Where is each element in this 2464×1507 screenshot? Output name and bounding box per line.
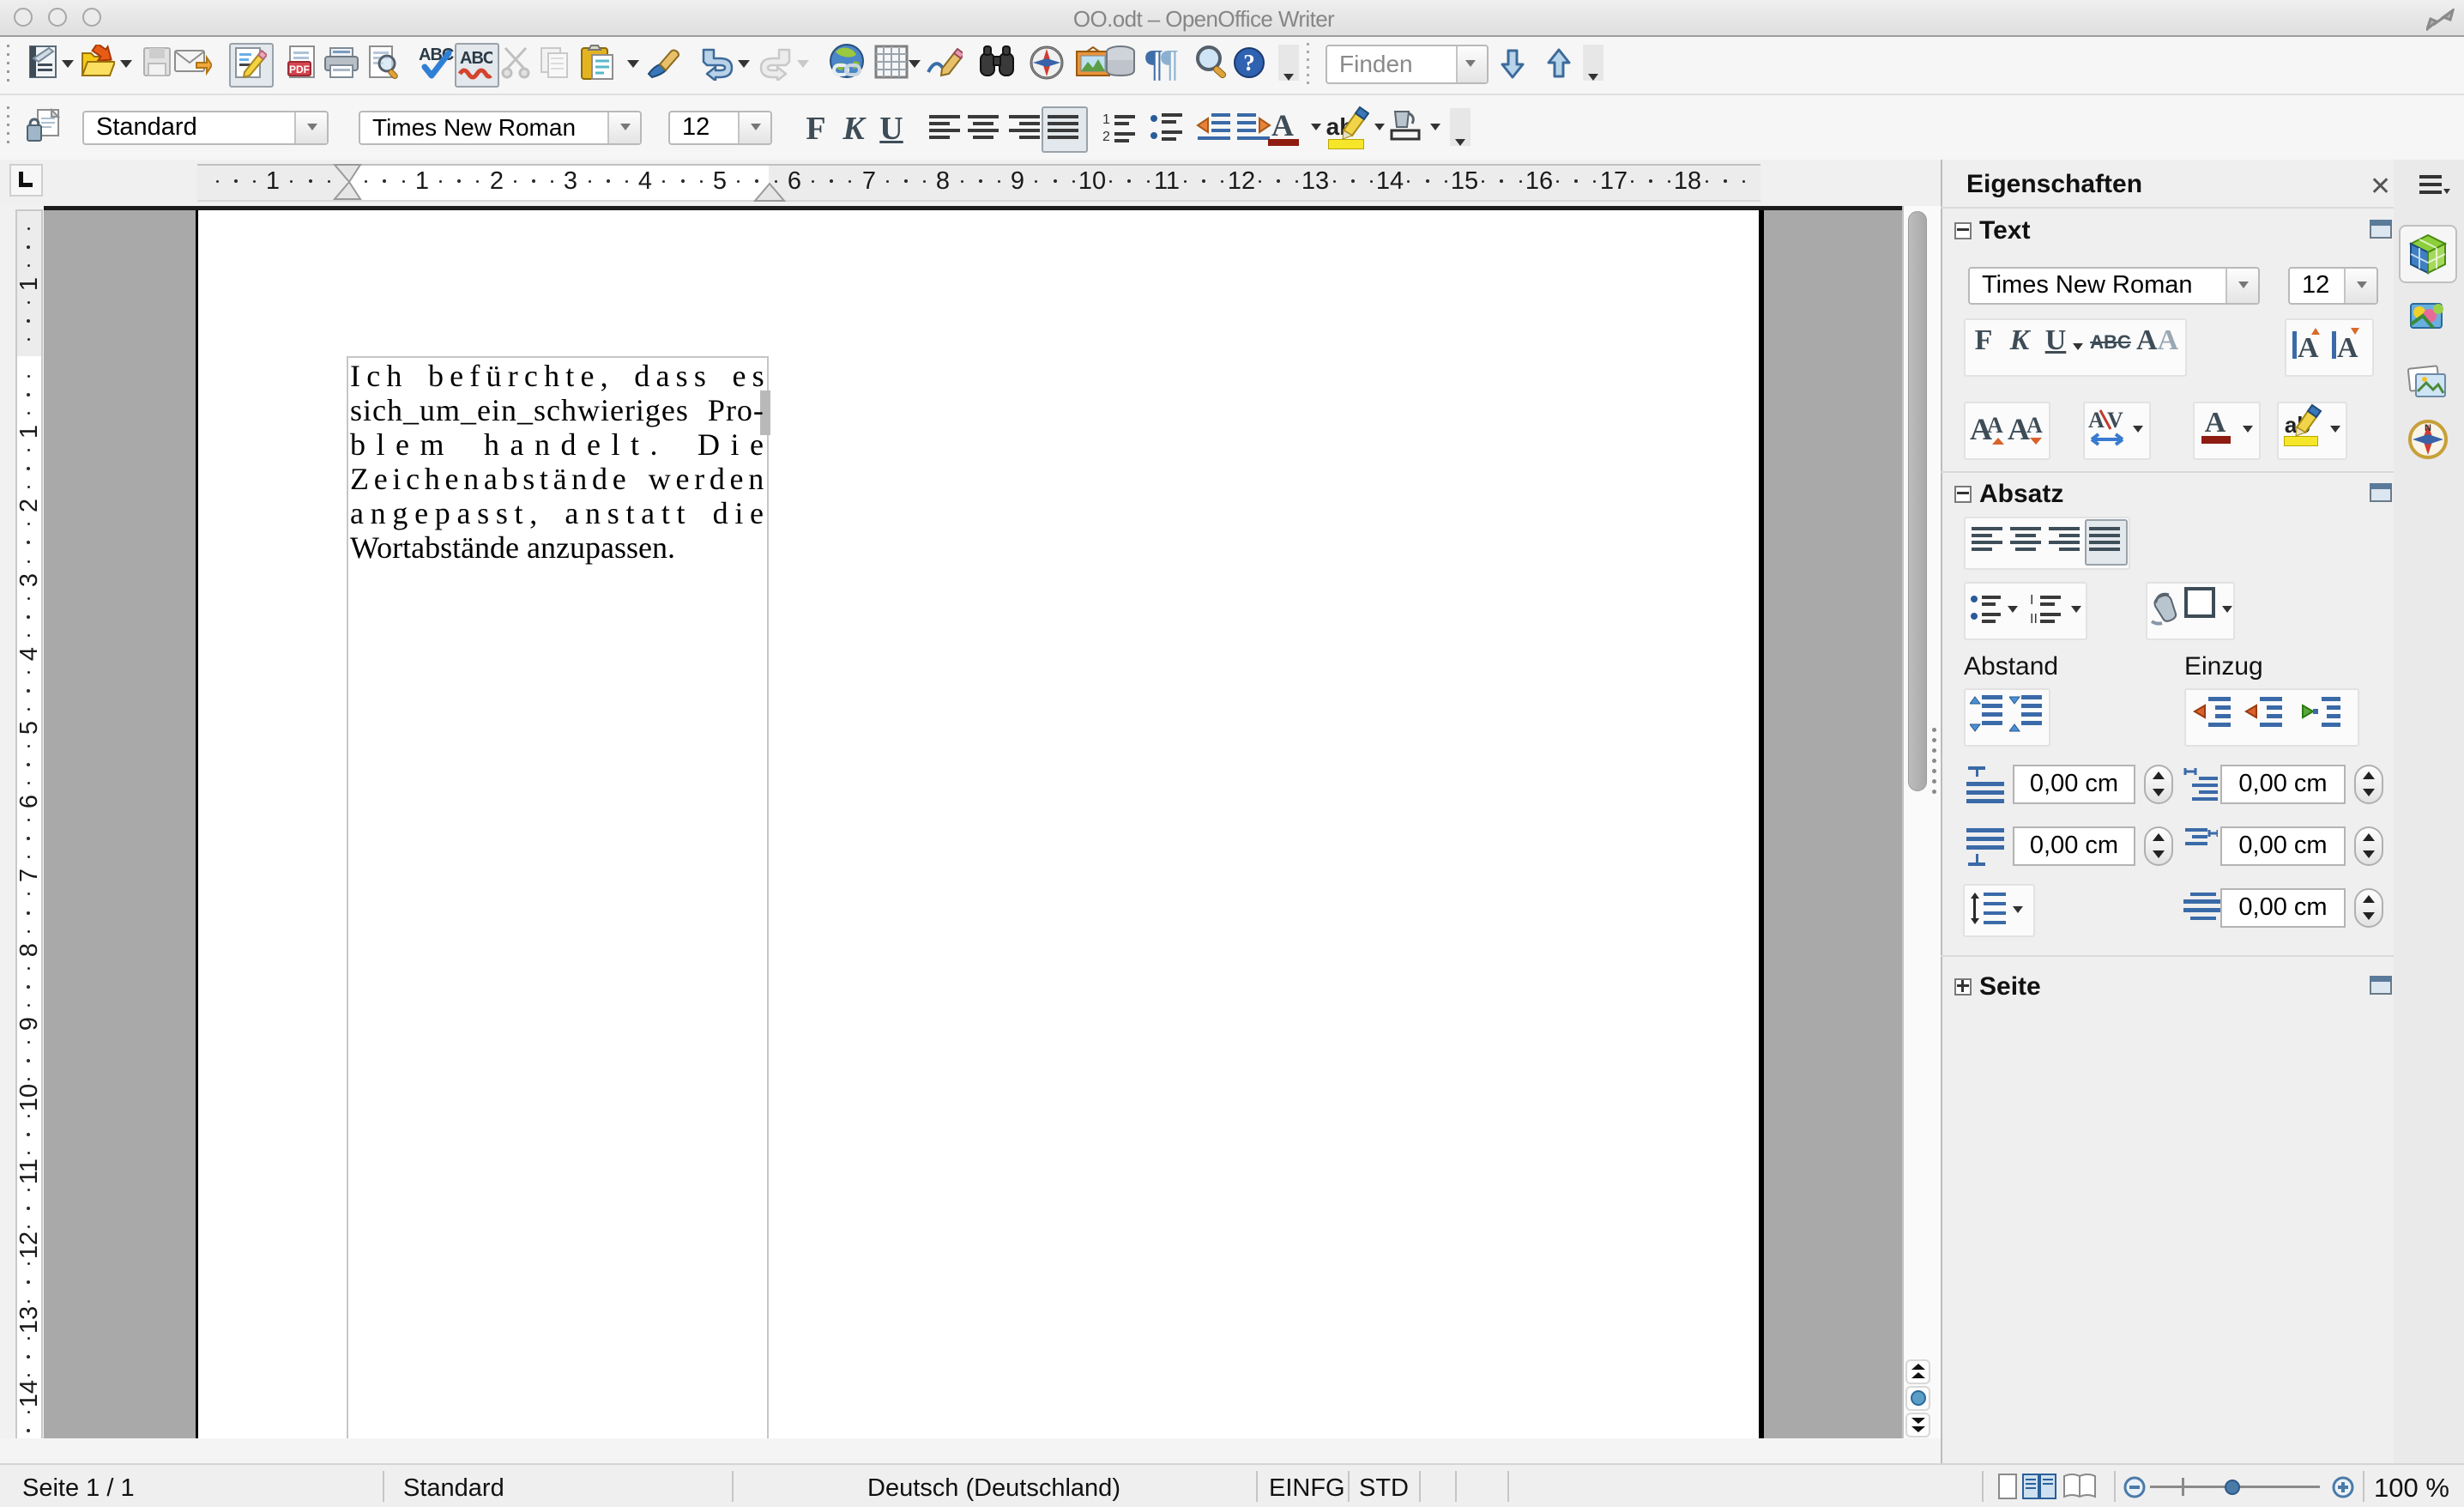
svg-text:A: A: [2337, 332, 2358, 364]
svg-text:1: 1: [1102, 112, 1110, 127]
svg-text:N: N: [2425, 423, 2431, 433]
svg-text:A: A: [2298, 332, 2319, 364]
svg-text:ABC: ABC: [460, 49, 492, 68]
svg-text:A: A: [2026, 413, 2043, 438]
svg-text:A: A: [1987, 413, 2003, 438]
svg-text:II: II: [2030, 612, 2038, 625]
svg-text:PDF: PDF: [289, 64, 310, 76]
svg-text:2: 2: [1102, 130, 1110, 144]
svg-text:¶: ¶: [1161, 43, 1178, 82]
svg-text:?: ?: [1243, 50, 1255, 76]
svg-text:I: I: [2030, 593, 2033, 608]
svg-text:¶: ¶: [1145, 43, 1163, 82]
